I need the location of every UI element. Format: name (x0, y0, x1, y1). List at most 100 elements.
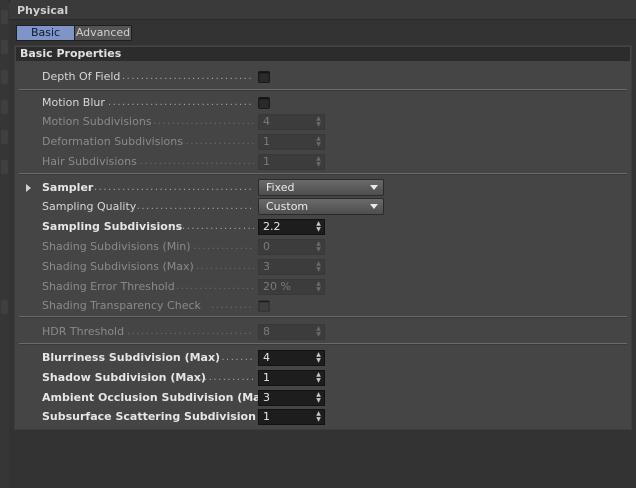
motion-subdivisions-label: Motion Subdivisions (42, 115, 152, 128)
spinner-arrows-icon[interactable]: ▲ ▼ (315, 281, 322, 293)
shadow-subdivision-row: Shadow Subdivision (Max) ...............… (15, 368, 631, 388)
leader-dots: ............................... (132, 201, 254, 212)
hair-subdivisions-row: Hair Subdivisions ......................… (15, 152, 631, 172)
spinner-arrows-icon[interactable]: ▲ ▼ (315, 116, 322, 128)
tab-advanced[interactable]: Advanced (74, 25, 132, 41)
shading-error-threshold-field[interactable]: 20 % ▲ ▼ (258, 279, 325, 295)
shading-error-threshold-row: Shading Error Threshold ................… (15, 277, 631, 297)
depth-of-field-label: Depth Of Field (42, 70, 121, 83)
blurriness-subdivision-value: 4 (263, 351, 270, 364)
shading-subdivisions-max-label: Shading Subdivisions (Max) (42, 260, 194, 273)
strip-knob (1, 160, 8, 174)
ambient-occlusion-subdivision-field[interactable]: 3 ▲ ▼ (258, 390, 325, 406)
motion-subdivisions-row: Motion Subdivisions ....................… (15, 112, 631, 132)
blurriness-subdivision-row: Blurriness Subdivision (Max) ...........… (15, 348, 631, 368)
spinner-arrows-icon[interactable]: ▲ ▼ (315, 241, 322, 253)
sampling-subdivisions-row: Sampling Subdivisions ..................… (15, 217, 631, 237)
group-header: Basic Properties (16, 47, 630, 61)
blurriness-subdivision-field[interactable]: 4 ▲ ▼ (258, 350, 325, 366)
spinner-arrows-icon[interactable]: ▲ ▼ (315, 136, 322, 148)
depth-of-field-checkbox[interactable] (258, 71, 270, 83)
ambient-occlusion-subdivision-row: Ambient Occlusion Subdivision (Max) .. 3… (15, 388, 631, 408)
shadow-subdivision-field[interactable]: 1 ▲ ▼ (258, 370, 325, 386)
shadow-subdivision-value: 1 (263, 371, 270, 384)
shading-subdivisions-max-value: 3 (263, 260, 270, 273)
hdr-threshold-label: HDR Threshold (42, 325, 125, 338)
strip-knob (1, 70, 8, 84)
panel-title: Physical (17, 4, 69, 17)
basic-properties-group: Basic Properties Depth Of Field ........… (14, 45, 632, 430)
shading-transparency-check-row: Shading Transparency Check ........... (15, 296, 631, 316)
leader-dots: ................ (193, 241, 254, 252)
strip-knob (1, 10, 8, 24)
motion-blur-checkbox[interactable] (258, 97, 270, 109)
shading-error-threshold-label: Shading Error Threshold (42, 280, 175, 293)
tab-basic[interactable]: Basic (16, 25, 75, 41)
spinner-arrows-icon[interactable]: ▲ ▼ (315, 392, 322, 404)
subsurface-scattering-subdivision-value: 1 (263, 410, 270, 423)
ambient-occlusion-subdivision-value: 3 (263, 391, 270, 404)
sampler-dropdown[interactable]: Fixed (258, 179, 384, 196)
strip-knob (1, 40, 8, 54)
leader-dots: .. (247, 392, 254, 403)
sampling-subdivisions-value: 2.2 (263, 220, 281, 233)
leader-dots: ........... (212, 352, 254, 363)
shading-subdivisions-max-field[interactable]: 3 ▲ ▼ (258, 259, 325, 275)
subsurface-scattering-subdivision-field[interactable]: 1 ▲ ▼ (258, 409, 325, 425)
separator (19, 89, 627, 91)
leader-dots: .................... (176, 281, 254, 292)
motion-blur-label: Motion Blur (42, 96, 105, 109)
leader-dots: .......................... (153, 116, 254, 127)
leader-dots: ................... (181, 136, 254, 147)
group-title: Basic Properties (20, 47, 122, 60)
spinner-arrows-icon[interactable]: ▲ ▼ (315, 221, 322, 233)
sampling-subdivisions-field[interactable]: 2.2 ▲ ▼ (258, 219, 325, 235)
physical-settings-panel: Physical Basic Advanced Basic Properties… (9, 3, 636, 488)
sampling-subdivisions-label: Sampling Subdivisions (42, 220, 183, 233)
spinner-arrows-icon[interactable]: ▲ ▼ (315, 352, 322, 364)
chevron-down-icon (370, 204, 378, 209)
spinner-arrows-icon[interactable]: ▲ ▼ (315, 261, 322, 273)
tab-bar: Basic Advanced (16, 25, 132, 41)
deformation-subdivisions-field[interactable]: 1 ▲ ▼ (258, 134, 325, 150)
strip-knob (1, 300, 8, 314)
deformation-subdivisions-row: Deformation Subdivisions ...............… (15, 132, 631, 152)
chevron-down-icon (370, 185, 378, 190)
expand-arrow-icon[interactable] (26, 184, 31, 192)
depth-of-field-row: Depth Of Field .........................… (15, 67, 631, 87)
panel-title-bar: Physical (9, 3, 636, 20)
separator (19, 173, 627, 175)
shading-error-threshold-value: 20 % (263, 280, 291, 293)
deformation-subdivisions-value: 1 (263, 135, 270, 148)
leader-dots: ................. (190, 372, 254, 383)
ambient-occlusion-subdivision-label: Ambient Occlusion Subdivision (Max) (42, 391, 273, 404)
strip-knob (1, 130, 8, 144)
sampling-quality-row: Sampling Quality .......................… (15, 197, 631, 217)
motion-subdivisions-value: 4 (263, 115, 270, 128)
leader-dots: ............................. (140, 156, 254, 167)
spinner-arrows-icon[interactable]: ▲ ▼ (315, 372, 322, 384)
leader-dots: ............... (196, 261, 254, 272)
spinner-arrows-icon[interactable]: ▲ ▼ (315, 411, 322, 423)
hair-subdivisions-value: 1 (263, 155, 270, 168)
spinner-arrows-icon[interactable]: ▲ ▼ (315, 326, 322, 338)
sampling-quality-value: Custom (266, 200, 309, 213)
shading-subdivisions-min-value: 0 (263, 240, 270, 253)
leader-dots: ...................................... (108, 97, 254, 108)
shading-subdivisions-min-label: Shading Subdivisions (Min) (42, 240, 191, 253)
shading-subdivisions-min-field[interactable]: 0 ▲ ▼ (258, 239, 325, 255)
deformation-subdivisions-label: Deformation Subdivisions (42, 135, 183, 148)
hair-subdivisions-field[interactable]: 1 ▲ ▼ (258, 154, 325, 170)
subsurface-scattering-subdivision-row: Subsurface Scattering Subdivision (Max) … (15, 407, 631, 427)
sampling-quality-label: Sampling Quality (42, 200, 137, 213)
sampling-quality-dropdown[interactable]: Custom (258, 198, 384, 215)
motion-subdivisions-field[interactable]: 4 ▲ ▼ (258, 114, 325, 130)
shading-transparency-checkbox[interactable] (258, 300, 270, 312)
sampler-label: Sampler (42, 181, 94, 194)
shading-transparency-check-label: Shading Transparency Check (42, 299, 201, 312)
hdr-threshold-field[interactable]: 8 ▲ ▼ (258, 324, 325, 340)
hdr-threshold-value: 8 (263, 325, 270, 338)
leader-dots: ........................................… (94, 182, 254, 193)
sampler-row: Sampler ................................… (15, 178, 631, 198)
spinner-arrows-icon[interactable]: ▲ ▼ (315, 156, 322, 168)
